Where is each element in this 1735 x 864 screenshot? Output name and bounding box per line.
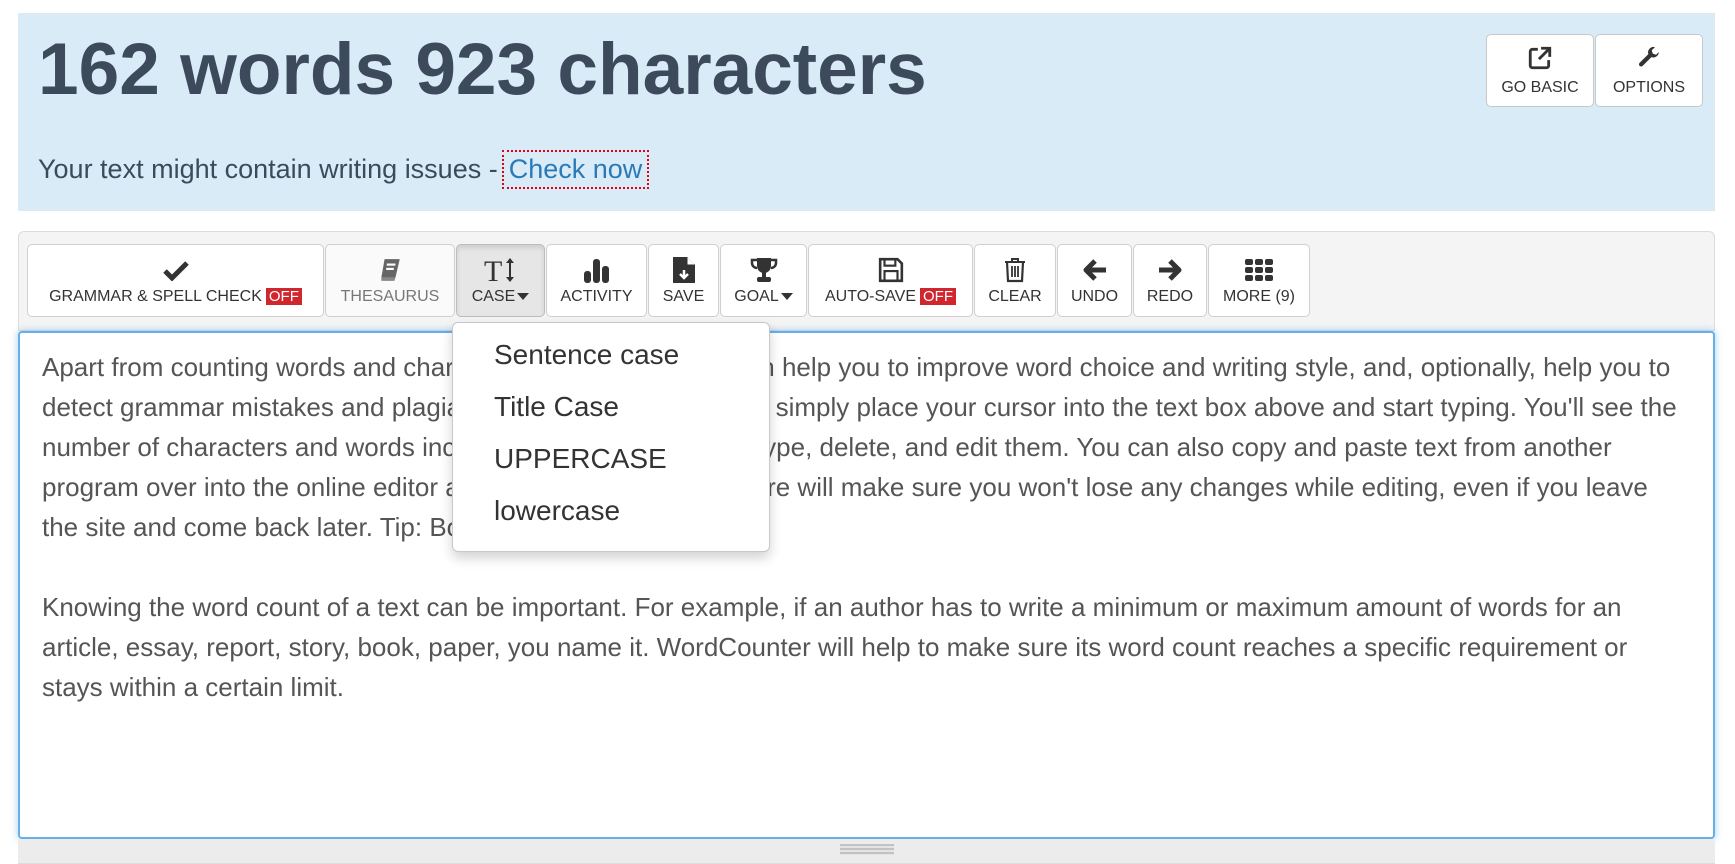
editor-resize-bar[interactable] — [18, 839, 1715, 864]
auto-save-button[interactable]: AUTO-SAVE OFF — [808, 244, 973, 317]
word-character-count: 162 words 923 characters — [38, 29, 927, 110]
caret-down-icon — [780, 292, 793, 300]
clear-label: CLEAR — [988, 287, 1042, 305]
more-label: MORE (9) — [1223, 287, 1295, 305]
goal-dropdown-button[interactable]: GOAL — [720, 244, 807, 317]
undo-label: UNDO — [1070, 287, 1119, 305]
save-button[interactable]: SAVE — [648, 244, 719, 317]
case-dropdown-button[interactable]: T CASE — [456, 244, 545, 317]
issues-text: Your text might contain writing issues - — [38, 154, 498, 184]
save-label: SAVE — [662, 287, 705, 305]
thesaurus-button[interactable]: THESAURUS — [325, 244, 455, 317]
case-label: CASE — [471, 287, 516, 305]
clear-button[interactable]: CLEAR — [974, 244, 1056, 317]
auto-save-label: AUTO-SAVE — [825, 287, 916, 305]
text-height-icon: T — [484, 255, 514, 285]
grammar-spell-check-button[interactable]: GRAMMAR & SPELL CHECK OFF — [27, 244, 324, 317]
text-editor[interactable]: Apart from counting words and characters… — [18, 331, 1715, 839]
options-label: OPTIONS — [1612, 78, 1685, 96]
redo-button[interactable]: REDO — [1133, 244, 1207, 317]
grid-icon — [1245, 258, 1273, 281]
book-icon — [381, 258, 400, 281]
options-button[interactable]: OPTIONS — [1595, 34, 1703, 107]
editor-toolbar: GRAMMAR & SPELL CHECK OFF THESAURUS T CAS… — [18, 231, 1715, 331]
case-option-sentence[interactable]: Sentence case — [453, 335, 769, 387]
more-button[interactable]: MORE (9) — [1208, 244, 1310, 317]
trash-icon — [1005, 257, 1025, 282]
grammar-off-badge: OFF — [265, 287, 302, 305]
bar-chart-icon — [583, 258, 609, 283]
editor-paragraph: Apart from counting words and characters… — [42, 352, 1677, 542]
arrow-right-icon — [1159, 258, 1182, 281]
grammar-label: GRAMMAR & SPELL CHECK — [49, 287, 262, 305]
checkmark-icon — [162, 260, 189, 281]
activity-label: ACTIVITY — [560, 287, 633, 305]
redo-label: REDO — [1146, 287, 1194, 305]
case-option-lowercase[interactable]: lowercase — [453, 491, 769, 543]
goal-label: GOAL — [734, 287, 779, 305]
stats-header: 162 words 923 characters Your text might… — [18, 13, 1715, 211]
file-download-icon — [672, 256, 695, 283]
editor-paragraph: Knowing the word count of a text can be … — [42, 592, 1628, 702]
case-dropdown-menu: Sentence case Title Case UPPERCASE lower… — [452, 322, 770, 552]
arrow-left-icon — [1083, 258, 1106, 281]
go-basic-label: GO BASIC — [1501, 78, 1579, 96]
auto-save-off-badge: OFF — [919, 287, 956, 305]
external-link-icon — [1528, 46, 1552, 69]
floppy-disk-icon — [878, 257, 903, 282]
resize-grip-icon[interactable] — [840, 844, 894, 855]
case-option-title[interactable]: Title Case — [453, 387, 769, 439]
writing-issues-notice: Your text might contain writing issues -… — [38, 150, 650, 189]
caret-down-icon — [517, 292, 530, 300]
svg-text:T: T — [484, 255, 502, 285]
check-now-link[interactable]: Check now — [501, 150, 650, 189]
trophy-icon — [750, 257, 777, 282]
undo-button[interactable]: UNDO — [1057, 244, 1132, 317]
go-basic-button[interactable]: GO BASIC — [1486, 34, 1594, 107]
activity-button[interactable]: ACTIVITY — [546, 244, 647, 317]
thesaurus-label: THESAURUS — [340, 287, 440, 305]
wrench-icon — [1639, 46, 1659, 66]
case-option-uppercase[interactable]: UPPERCASE — [453, 439, 769, 491]
